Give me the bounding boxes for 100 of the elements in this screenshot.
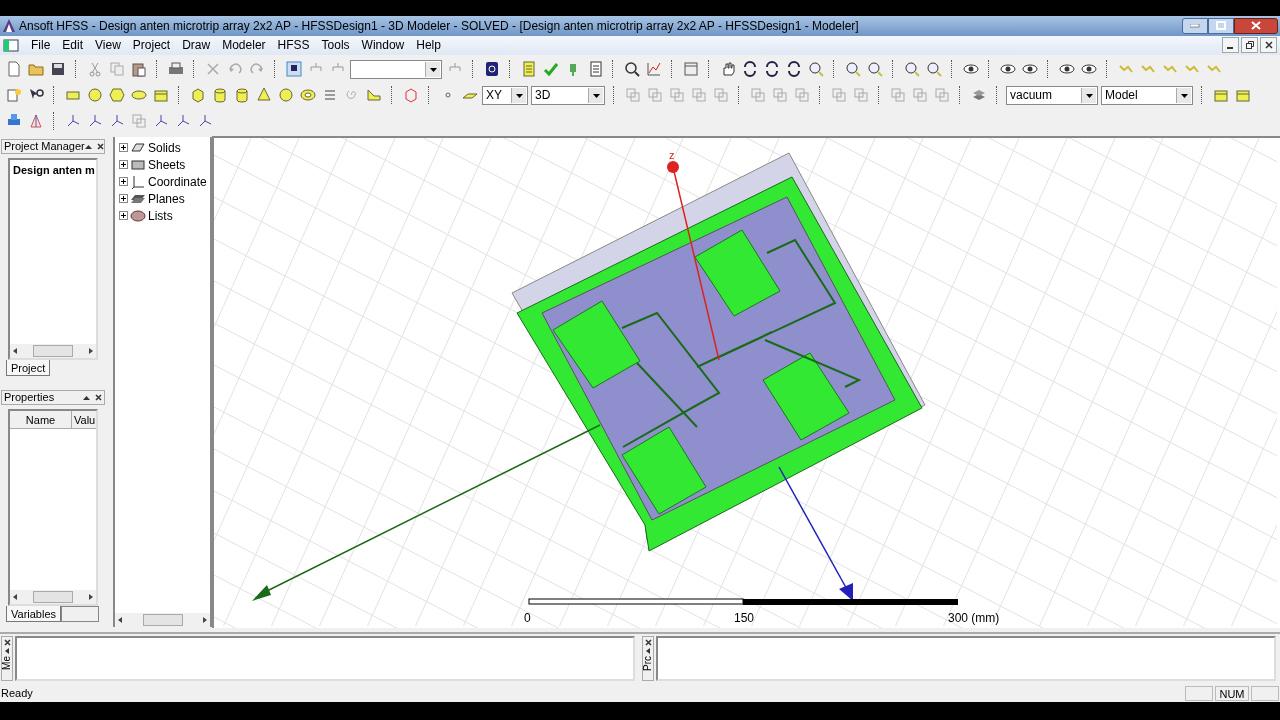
panel-title: Properties [4, 390, 55, 406]
chart-icon[interactable] [645, 61, 662, 78]
menu-item[interactable]: HFSS [271, 36, 316, 55]
search-icon[interactable] [623, 61, 640, 78]
window-icon[interactable] [682, 61, 699, 78]
menu-item[interactable]: Project [126, 36, 177, 55]
horizontal-scrollbar[interactable] [115, 613, 210, 628]
new-file-icon[interactable] [5, 61, 22, 78]
zoom-icon[interactable] [807, 61, 824, 78]
horizontal-scrollbar[interactable] [10, 590, 96, 605]
menu-item[interactable]: View [89, 36, 127, 55]
caret-icon [1179, 91, 1189, 99]
list-icon[interactable] [520, 61, 537, 78]
dropdown[interactable]: Model [1101, 85, 1193, 105]
restore-button[interactable] [1208, 17, 1234, 34]
tree-item[interactable]: Coordinate [148, 172, 207, 191]
expand-icon[interactable] [119, 194, 128, 204]
rotate-icon[interactable] [763, 61, 780, 78]
menu-item[interactable]: Help [410, 36, 447, 55]
query-icon[interactable] [483, 61, 500, 78]
caret-icon[interactable] [84, 143, 92, 150]
coordinate-icon [130, 174, 146, 189]
dropdown[interactable]: XY [482, 85, 528, 105]
column-header[interactable]: Name [10, 411, 72, 429]
menu-item[interactable]: File [25, 36, 57, 55]
close-icon[interactable] [3, 639, 11, 647]
horizontal-scrollbar[interactable] [10, 344, 96, 359]
new-window-icon[interactable] [152, 87, 169, 104]
scroll-right-icon[interactable] [89, 594, 93, 601]
minimize-button[interactable] [1222, 37, 1239, 54]
zoom-icon[interactable] [903, 61, 920, 78]
cylinder-icon[interactable] [233, 87, 250, 104]
zoom-icon[interactable] [844, 61, 861, 78]
circle-icon[interactable] [86, 87, 103, 104]
app-logo-icon [2, 18, 16, 34]
close-icon [1251, 21, 1261, 31]
close-icon[interactable] [644, 639, 652, 647]
new-window-icon[interactable] [1234, 87, 1251, 104]
scissors-icon[interactable] [86, 61, 103, 78]
caret-icon[interactable] [646, 648, 650, 655]
dropdown[interactable]: vacuum [1006, 85, 1098, 105]
new-window-icon[interactable] [1212, 87, 1229, 104]
dropdown[interactable]: 3D [531, 85, 605, 105]
column-header[interactable]: Valu [72, 411, 96, 429]
scroll-left-icon[interactable] [13, 348, 17, 355]
scroll-thumb[interactable] [33, 591, 73, 604]
panel-tab[interactable]: Project [6, 360, 51, 377]
zoom-icon[interactable] [866, 61, 883, 78]
help-icon[interactable] [5, 87, 22, 104]
sphere-icon[interactable] [277, 87, 294, 104]
bond-icon[interactable] [365, 87, 382, 104]
scroll-left-icon[interactable] [118, 617, 122, 624]
menu-item[interactable]: Tools [315, 36, 356, 55]
clipboard-icon[interactable] [130, 61, 147, 78]
menu-item[interactable]: Edit [56, 36, 90, 55]
project-item[interactable]: Design anten m [10, 160, 96, 181]
scroll-left-icon[interactable] [13, 594, 17, 601]
panel-tab[interactable]: Variables [6, 606, 62, 623]
expand-icon[interactable] [119, 160, 128, 170]
scroll-thumb[interactable] [33, 345, 73, 358]
folder-icon[interactable] [27, 61, 44, 78]
tree-item[interactable]: Planes [148, 189, 185, 208]
cone-icon[interactable] [255, 87, 272, 104]
scroll-right-icon[interactable] [203, 617, 207, 624]
caret-icon[interactable] [5, 648, 9, 655]
sheets-icon [130, 157, 146, 172]
scroll-right-icon[interactable] [89, 348, 93, 355]
antenna-icon[interactable] [27, 113, 44, 130]
zoom-icon[interactable] [925, 61, 942, 78]
close-icon[interactable] [95, 394, 102, 402]
close-icon[interactable] [96, 143, 104, 151]
tree-item[interactable]: Sheets [148, 155, 186, 174]
scroll-thumb[interactable] [142, 614, 183, 627]
save-icon[interactable] [49, 61, 66, 78]
rotate-icon[interactable] [741, 61, 758, 78]
document-icon[interactable] [3, 38, 19, 52]
dropdown[interactable] [350, 59, 442, 79]
hexagon-icon[interactable] [108, 87, 125, 104]
antenna-model-drawing[interactable] [511, 152, 926, 552]
menu-item[interactable]: Draw [176, 36, 217, 55]
caret-icon[interactable] [83, 394, 90, 401]
menu-item[interactable]: Modeler [216, 36, 272, 55]
box-icon[interactable] [189, 87, 206, 104]
expand-icon[interactable] [119, 177, 128, 187]
scale-label: 0 [524, 610, 531, 628]
tree-item[interactable]: Solids [148, 138, 181, 157]
cylinder-icon[interactable] [211, 87, 228, 104]
expand-icon[interactable] [119, 211, 128, 221]
menu-item[interactable]: Window [355, 36, 411, 55]
close-button[interactable] [1260, 37, 1277, 54]
close-button[interactable] [1234, 17, 1278, 34]
tree-item[interactable]: Lists [148, 206, 173, 225]
torus-icon[interactable] [299, 87, 316, 104]
cube-outline-icon[interactable] [402, 87, 419, 104]
expand-icon[interactable] [119, 143, 128, 153]
scale-label: 300 (mm) [948, 610, 1000, 628]
check-icon[interactable] [542, 61, 559, 78]
restore-button[interactable] [1241, 37, 1258, 54]
rotate-icon[interactable] [785, 61, 802, 78]
select-icon[interactable] [285, 61, 302, 78]
